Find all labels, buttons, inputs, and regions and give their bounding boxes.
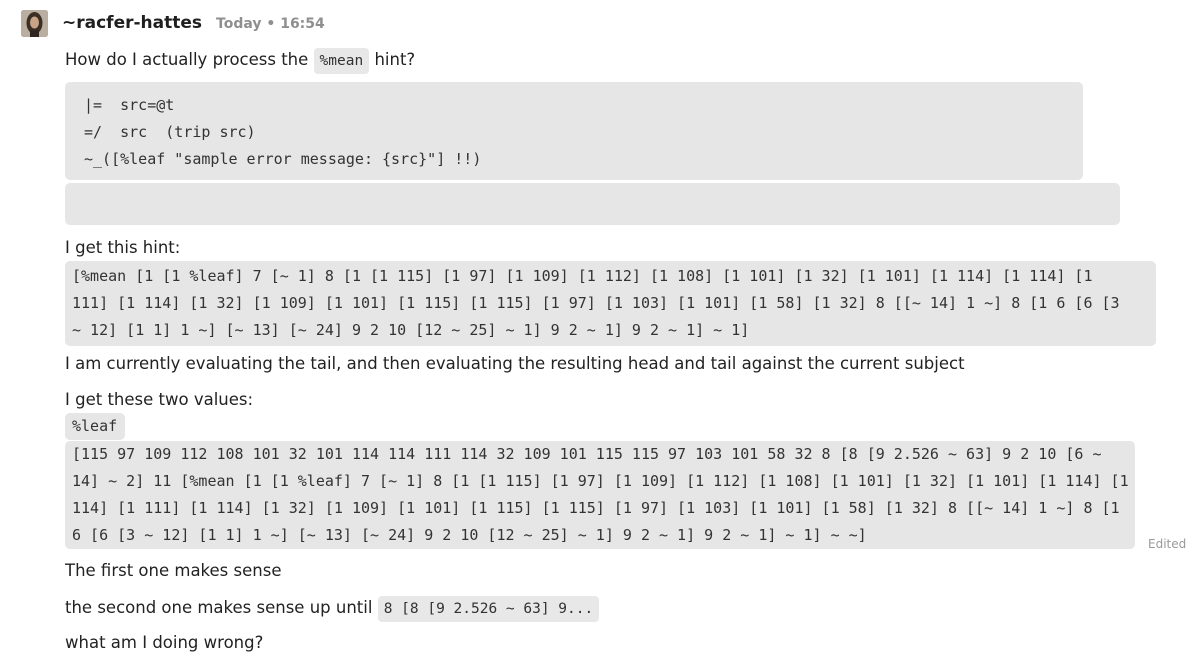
code-line: =/ src (trip src) xyxy=(84,123,256,141)
question-inline-code: %mean xyxy=(313,48,370,74)
values-intro: I get these two values: xyxy=(65,390,254,409)
evaluation-description: I am currently evaluating the tail, and … xyxy=(65,354,965,373)
value-one-code: %leaf xyxy=(65,413,125,440)
code-line: ~_([%leaf "sample error message: {src}"]… xyxy=(84,150,482,168)
timestamp: Today • 16:54 xyxy=(216,16,325,32)
left-rule xyxy=(0,0,3,664)
avatar-photo xyxy=(21,10,48,37)
question-prefix: How do I actually process the xyxy=(65,50,309,69)
first-sense-text: The first one makes sense xyxy=(65,561,282,580)
hint-code-block: [%mean [1 [1 %leaf] 7 [~ 1] 8 [1 [1 115]… xyxy=(65,261,1156,346)
message-header: ~racfer-hattes Today • 16:54 xyxy=(62,13,325,37)
hint-intro: I get this hint: xyxy=(65,238,181,257)
second-sense-line: the second one makes sense up until 8 [8… xyxy=(65,596,600,622)
empty-code-block xyxy=(65,183,1120,225)
closing-question: what am I doing wrong? xyxy=(65,633,264,652)
question-line: How do I actually process the %mean hint… xyxy=(65,48,415,74)
question-suffix: hint? xyxy=(374,50,416,69)
second-sense-prefix: the second one makes sense up until xyxy=(65,598,373,617)
avatar[interactable] xyxy=(21,10,48,37)
value-two-code: [115 97 109 112 108 101 32 101 114 114 1… xyxy=(65,441,1135,549)
author-name[interactable]: ~racfer-hattes xyxy=(62,13,202,33)
edited-label: Edited xyxy=(1148,537,1187,551)
code-line: |= src=@t xyxy=(84,96,175,114)
code-block: |= src=@t =/ src (trip src) ~_([%leaf "s… xyxy=(65,82,1083,180)
second-sense-code: 8 [8 [9 2.526 ~ 63] 9... xyxy=(377,596,600,622)
